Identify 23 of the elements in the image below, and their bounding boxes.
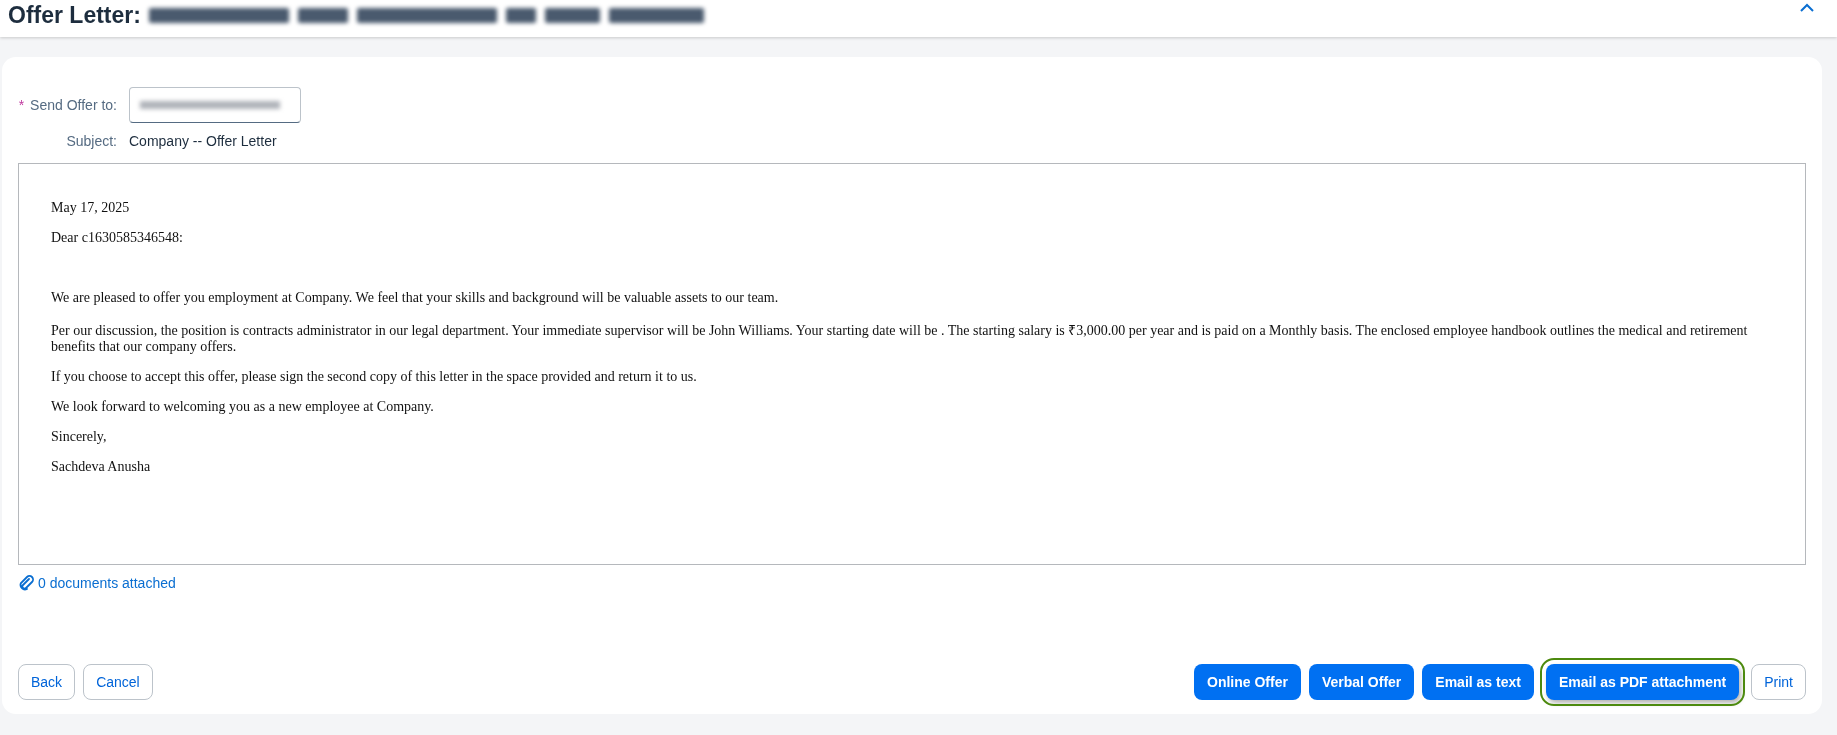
letter-paragraph: Per our discussion, the position is contracts administrator in our legal department. Your immediate supervisor will be John Williams. Your starting date will be . The starting salary is ₹3,000.00 per year and is paid on a Monthly basis. The enclosed employee handbook outlines the medical and retirement benefits that our company offers.: [51, 322, 1749, 355]
action-button[interactable]: Cancel: [83, 664, 153, 700]
subject-label: Subject:: [65, 133, 117, 149]
letter-paragraph: We look forward to welcoming you as a new employee at Company.: [51, 399, 435, 415]
action-button[interactable]: Print: [1751, 664, 1806, 700]
letter-paragraph: Sachdeva Anusha: [51, 459, 152, 475]
required-marker: *: [18, 97, 25, 113]
subject-value: Company -- Offer Letter: [129, 133, 277, 149]
letter-paragraph: If you choose to accept this offer, please sign the second copy of this letter in the space provided and return it to us.: [51, 369, 698, 385]
letter-paragraph: We are pleased to offer you employment at Company. We feel that your skills and background will be valuable assets to our team.: [51, 290, 780, 306]
action-button[interactable]: Email as text: [1422, 664, 1534, 700]
recipient-field[interactable]: [129, 87, 301, 123]
letter-paragraph: Dear c1630585346548:: [51, 230, 184, 246]
paperclip-icon: [18, 575, 34, 591]
page-title: Offer Letter:: [8, 2, 141, 29]
letter-paragraph: May 17, 2025: [51, 200, 131, 216]
action-button[interactable]: Verbal Offer: [1308, 664, 1415, 700]
action-button[interactable]: Back: [18, 664, 76, 700]
send-offer-label: Send Offer to:: [30, 97, 117, 113]
action-button[interactable]: Online Offer: [1194, 664, 1301, 700]
attachments-link[interactable]: 0 documents attached: [38, 575, 176, 591]
letter-paragraph: Sincerely,: [51, 429, 108, 445]
collapse-icon[interactable]: [1799, 3, 1815, 13]
